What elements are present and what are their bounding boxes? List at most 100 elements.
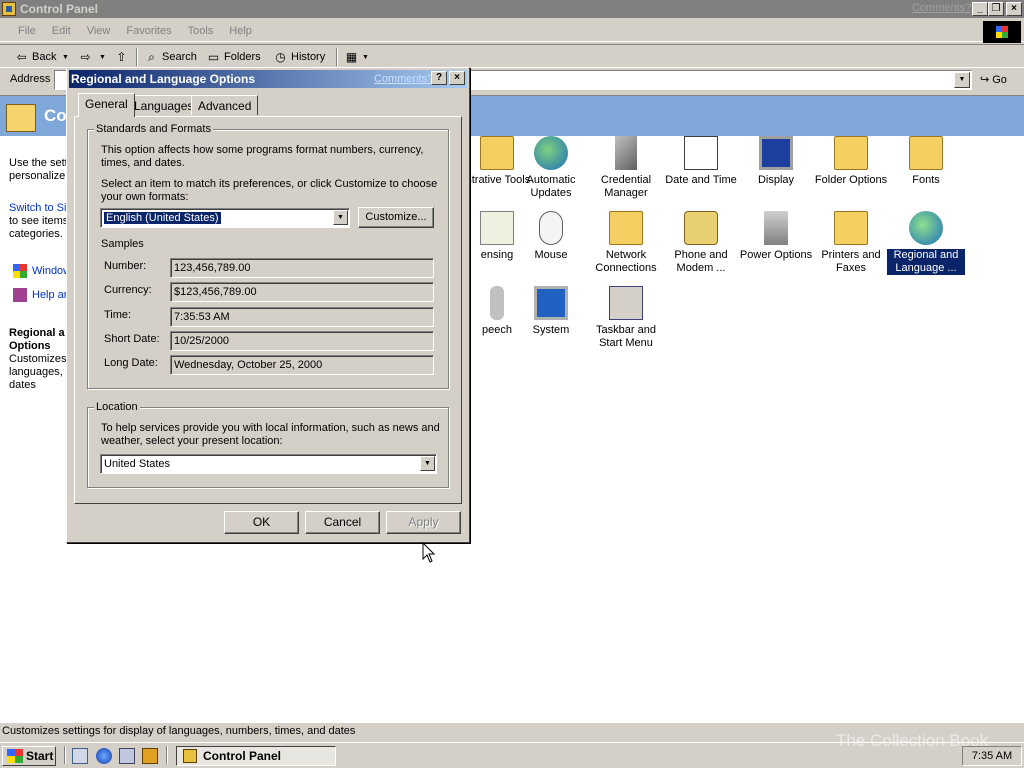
link-label: Help ar [32,289,68,301]
folder-options-item[interactable]: Folder Options [812,136,890,187]
item-label: Regional and Language ... [887,249,965,275]
forward-button[interactable]: ⇨ [78,49,96,65]
select-prompt: Select an item to match its preferences,… [101,178,438,203]
menu-file[interactable]: File [10,25,44,37]
time-sample-field: 7:35:53 AM [170,307,434,327]
toolbar-separator [336,48,338,66]
taskbar-start-item[interactable]: Taskbar and Start Menu [587,286,665,350]
standards-description: This option affects how some programs fo… [101,144,424,169]
windows-update-link[interactable]: Window [13,264,71,278]
locale-select[interactable]: English (United States) ▼ [100,208,350,228]
monitor-icon [759,136,793,170]
back-button[interactable]: ⇦ Back [14,49,56,65]
history-icon: ◷ [275,50,286,64]
dialog-comments-link[interactable]: Comments? [374,70,433,88]
windows-logo-icon [983,21,1021,43]
switch-view-link[interactable]: Switch to Si to see items categories. [9,202,69,241]
search-button[interactable]: ⌕ Search [144,49,197,65]
address-dropdown-icon[interactable]: ▼ [954,72,970,88]
back-dropdown[interactable]: ▼ [62,49,69,65]
internet-explorer-icon[interactable] [96,748,112,764]
admin-tools-icon [480,136,514,170]
regional-language-item[interactable]: Regional and Language ... [887,211,965,275]
ok-button[interactable]: OK [224,511,299,534]
search-label: Search [162,51,197,63]
window-title: Control Panel [20,2,99,16]
desc-line: personalize [9,170,66,182]
link-line: categories. [9,228,63,240]
printers-faxes-item[interactable]: Printers and Faxes [812,211,890,275]
toolbar: ⇦ Back ▼ ⇨ ▼ ⇧ ⌕ Search ▭ Folders ◷ Hist… [0,44,1024,68]
history-button[interactable]: ◷ History [273,49,325,65]
chevron-down-icon[interactable]: ▼ [420,456,435,471]
taskbar-control-panel[interactable]: Control Panel [176,746,336,766]
control-panel-large-icon [6,104,36,132]
taskbar-separator [64,746,66,764]
control-panel-icon [183,749,197,763]
views-button[interactable]: ▦ ▼ [344,49,369,65]
customize-button[interactable]: Customize... [358,207,434,228]
menu-edit[interactable]: Edit [44,25,79,37]
apply-button[interactable]: Apply [386,511,461,534]
display-item[interactable]: Display [737,136,815,187]
fonts-folder-icon [909,136,943,170]
tab-general[interactable]: General [78,93,135,117]
date-time-item[interactable]: Date and Time [662,136,740,187]
menu-bar: File Edit View Favorites Tools Help [0,20,1024,42]
short-date-sample-field: 10/25/2000 [170,331,434,351]
media-player-icon[interactable] [142,748,158,764]
start-button[interactable]: Start [2,746,56,766]
search-icon: ⌕ [148,50,155,64]
comments-link[interactable]: Comments? [912,2,971,14]
phone-modem-item[interactable]: Phone and Modem ... [662,211,740,275]
help-link[interactable]: Help ar [13,288,67,302]
microphone-icon [490,286,504,320]
tab-advanced[interactable]: Advanced [191,95,259,115]
windows-flag-icon [7,749,23,763]
standards-legend: Standards and Formats [94,123,213,135]
minimize-icon[interactable]: _ [972,2,988,16]
menu-view[interactable]: View [79,25,119,37]
tab-languages[interactable]: Languages [127,95,201,115]
menu-favorites[interactable]: Favorites [118,25,179,37]
mouse-cursor-icon [422,542,436,563]
close-icon[interactable]: × [449,71,465,85]
power-options-item[interactable]: Power Options [737,211,815,262]
help-icon[interactable]: ? [431,71,447,85]
up-button[interactable]: ⇧ [114,49,132,65]
general-tab-panel: Standards and Formats This option affect… [74,116,462,504]
long-date-sample-field: Wednesday, October 25, 2000 [170,355,434,375]
outlook-express-icon[interactable] [119,748,135,764]
cancel-button[interactable]: Cancel [305,511,380,534]
item-label: Power Options [739,249,813,261]
status-text: Customizes settings for display of langu… [2,725,356,737]
folders-button[interactable]: ▭ Folders [206,49,261,65]
menu-help[interactable]: Help [221,25,260,37]
folder-up-icon: ⇧ [116,50,127,64]
mouse-item[interactable]: Mouse [512,211,590,262]
location-description: To help services provide you with local … [101,422,440,447]
restore-icon[interactable]: ❐ [988,2,1004,16]
mouse-icon [539,211,563,245]
forward-dropdown[interactable]: ▼ [99,49,106,65]
back-arrow-icon: ⇦ [16,50,27,64]
currency-sample-field: $123,456,789.00 [170,282,434,302]
desc-line: dates [9,379,36,391]
samples-label: Samples [101,238,144,250]
automatic-updates-item[interactable]: Automatic Updates [512,136,590,200]
menu-tools[interactable]: Tools [180,25,222,37]
location-select[interactable]: United States ▼ [100,454,437,474]
show-desktop-icon[interactable] [72,748,88,764]
windows-update-icon [13,264,27,278]
system-item[interactable]: System [512,286,590,337]
views-icon: ▦ [345,50,358,64]
link-line: to see items [9,215,69,227]
item-label: Phone and Modem ... [674,249,728,274]
fonts-item[interactable]: Fonts [887,136,965,187]
chevron-down-icon: ▼ [99,53,106,61]
close-icon[interactable]: × [1006,2,1022,16]
chevron-down-icon[interactable]: ▼ [333,210,348,225]
credential-manager-item[interactable]: Credential Manager [587,136,665,200]
network-connections-item[interactable]: Network Connections [587,211,665,275]
go-button[interactable]: ↪ Go [980,73,1007,87]
